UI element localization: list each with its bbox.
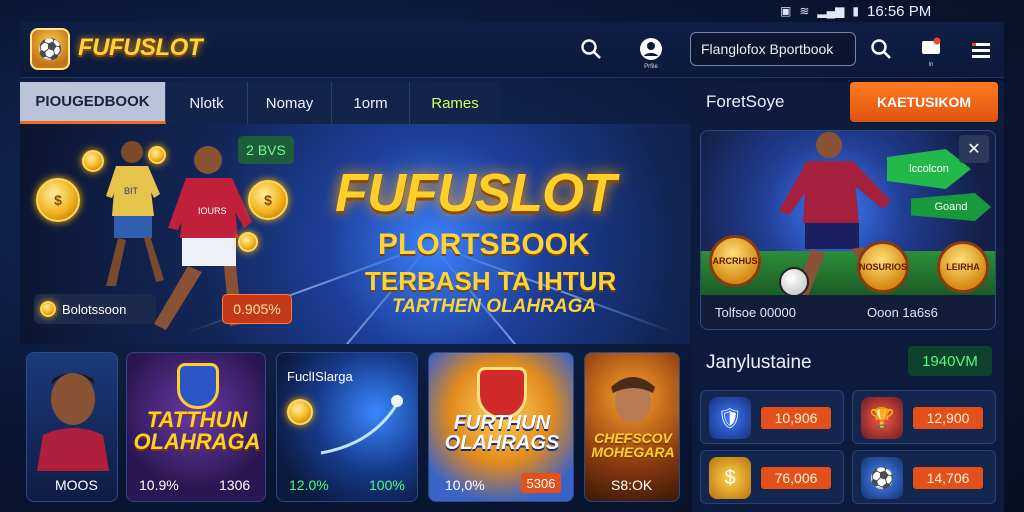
live-chip[interactable]: 2 BVS — [238, 136, 294, 164]
profile-label: Prfile — [644, 64, 658, 70]
hero-title: FUFUSLOT — [335, 163, 616, 223]
featured-left-text: Tolfsoe 00000 — [715, 305, 796, 320]
game-card[interactable]: FURTHUN OLAHRAGS 10,0% 5306 — [428, 352, 574, 502]
coin-icon — [82, 150, 104, 172]
hero-caption: TARTHEN OLAHRAGA — [392, 296, 597, 317]
card-title: FURTHUN OLAHRAGS — [444, 412, 560, 454]
cta-button[interactable]: KAETUSIKOM — [850, 82, 998, 122]
tab-games[interactable]: Rames — [410, 82, 500, 124]
featured-right-text: Ooon 1a6s6 — [867, 305, 938, 320]
game-card[interactable]: FuclISlarga 12.0% 100% — [276, 352, 418, 502]
mail-button[interactable]: ln — [916, 32, 946, 68]
jackpot-value[interactable]: 1940VM — [908, 346, 992, 376]
football-icon — [779, 267, 809, 297]
card-title: TATTHUN OLAHRAGA — [133, 407, 261, 454]
card-label: MOOS — [55, 477, 98, 493]
coin-icon — [287, 399, 313, 425]
top-header: ⚽ FUFUSLOT Prfile Flanglofox Bportbook l… — [20, 22, 1004, 78]
coin-icon — [148, 146, 166, 164]
mail-label: ln — [928, 62, 934, 68]
card-percent: 10,0% — [445, 477, 485, 493]
battery-icon: ▮ — [852, 4, 859, 18]
jackpot-odd[interactable]: 76,006 — [761, 467, 831, 489]
hero-balance[interactable]: Bolotssoon — [34, 294, 156, 324]
card-title: CHEFSCOV MOHEGARA — [591, 430, 675, 460]
team-badge-right: LEIRHA — [937, 241, 989, 293]
player1-number: BIT — [124, 186, 139, 196]
promo-sign-sub: Goand — [911, 193, 991, 221]
close-icon[interactable]: ✕ — [959, 135, 989, 163]
hero-balance-label: Bolotssoon — [62, 301, 127, 317]
user-icon — [636, 34, 666, 64]
jackpot-odd[interactable]: 12,900 — [913, 407, 983, 429]
player-portrait-image — [37, 373, 109, 471]
screen-icon: ▣ — [780, 4, 792, 18]
panel-title: ForetSoye — [706, 92, 785, 111]
jackpot-item[interactable]: 🛡 10,906 — [700, 390, 844, 444]
coin-icon: $ — [248, 180, 288, 220]
jackpot-item[interactable]: ⚽ 14,706 — [852, 450, 996, 504]
status-bar: ▣ ≋ ▂▄▆ ▮ 16:56 PM — [780, 0, 1024, 22]
card-value: 1306 — [219, 477, 251, 493]
mail-icon — [916, 32, 946, 62]
hero-tagline: TERBASH TA IHTUR — [365, 266, 617, 296]
coin-icon — [238, 232, 258, 252]
menu-icon[interactable] — [966, 35, 996, 65]
search-input-text: Flanglofox Bportbook — [701, 41, 834, 57]
badge-icon: ⚽ — [861, 457, 903, 499]
featured-footer: Tolfsoe 00000 Ooon 1a6s6 — [701, 295, 995, 329]
shield-icon — [177, 363, 219, 409]
card-percent: 10.9% — [139, 477, 179, 493]
coin-icon — [40, 301, 56, 317]
tab-nomay[interactable]: Nomay — [248, 82, 332, 124]
signal-icon: ▂▄▆ — [817, 4, 845, 18]
trophy-icon: 🏆 — [861, 397, 903, 439]
hero-odd-button[interactable]: 0.905% — [222, 294, 292, 324]
card-value: 5306 — [521, 473, 561, 493]
coin-icon: $ — [36, 178, 80, 222]
logo-text[interactable]: FUFUSLOT — [78, 34, 202, 62]
card-title: FuclISlarga — [287, 369, 353, 384]
jackpot-odd[interactable]: 14,706 — [913, 467, 983, 489]
player-portrait-image — [611, 377, 655, 423]
tab-1orm[interactable]: 1orm — [332, 82, 410, 124]
jackpot-item[interactable]: 🏆 12,900 — [852, 390, 996, 444]
logo-icon[interactable]: ⚽ — [30, 28, 70, 70]
card-label: S8:OK — [611, 477, 653, 493]
game-card[interactable]: CHEFSCOV MOHEGARA S8:OK — [584, 352, 680, 502]
game-card[interactable]: MOOS — [26, 352, 118, 502]
card-percent: 12.0% — [289, 477, 329, 493]
game-card[interactable]: TATTHUN OLAHRAGA 10.9% 1306 — [126, 352, 266, 502]
hero-banner[interactable]: BIT IOURS $ $ 2 BVS FUFUSLOT PLORTSBOOK … — [20, 124, 690, 344]
nav-tabs: PIOUGEDBOOK Nlotk Nomay 1orm Rames — [20, 82, 500, 124]
team-badge-left: ARCRHUS — [709, 235, 761, 287]
profile-button[interactable]: Prfile — [636, 34, 666, 70]
tab-sportsbook[interactable]: PIOUGEDBOOK — [20, 82, 166, 124]
search-icon[interactable] — [576, 34, 606, 64]
shield-icon: 🛡 — [709, 397, 751, 439]
tab-nlotk[interactable]: Nlotk — [166, 82, 248, 124]
hero-subtitle: PLORTSBOOK — [378, 228, 590, 261]
card-value: 100% — [369, 477, 405, 493]
wifi-icon: ≋ — [799, 4, 810, 18]
featured-match-card[interactable]: lccolcon Goand ✕ ARCRHUS NOSURIOS LEIRHA… — [700, 130, 996, 330]
swoosh-icon — [320, 395, 403, 455]
team-badge-mid: NOSURIOS — [857, 241, 909, 293]
search-submit-icon[interactable] — [866, 34, 896, 64]
search-input[interactable]: Flanglofox Bportbook — [690, 32, 856, 66]
status-time: 16:56 PM — [866, 2, 932, 20]
jackpot-odd[interactable]: 10,906 — [761, 407, 831, 429]
player2-number: IOURS — [198, 206, 227, 216]
jackpot-title: Janylustaine — [706, 352, 812, 373]
jackpot-item[interactable]: $ 76,006 — [700, 450, 844, 504]
coin-icon: $ — [709, 457, 751, 499]
